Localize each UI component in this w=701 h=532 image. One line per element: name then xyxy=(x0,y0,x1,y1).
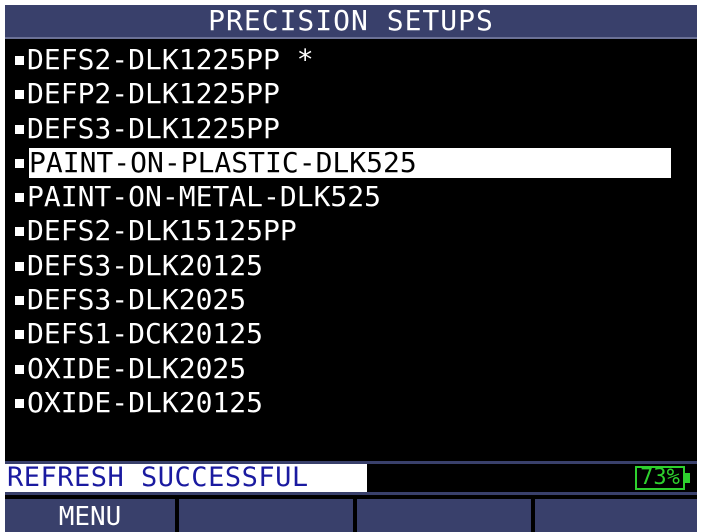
softkey-bar: MENU xyxy=(5,499,697,532)
bullet-icon xyxy=(15,193,24,203)
battery-indicator: 73% xyxy=(635,466,685,490)
bullet-icon xyxy=(15,296,24,306)
status-bar-inner: REFRESH SUCCESSFUL 73% xyxy=(5,464,697,492)
list-item[interactable]: DEFS3-DLK20125 xyxy=(5,249,697,283)
setup-label: DEFS2-DLK1225PP * xyxy=(27,43,314,76)
softkey-2-button[interactable] xyxy=(179,499,353,532)
setup-label: DEFS3-DLK2025 xyxy=(27,283,247,317)
bullet-icon xyxy=(15,158,24,168)
list-item[interactable]: DEFS3-DLK1225PP xyxy=(5,112,697,146)
menu-button[interactable]: MENU xyxy=(5,499,175,532)
title-divider xyxy=(5,37,697,39)
softkey-4-button[interactable] xyxy=(535,499,697,532)
list-item[interactable]: OXIDE-DLK2025 xyxy=(5,352,697,386)
list-item[interactable]: DEFS2-DLK1225PP * xyxy=(5,43,697,77)
page-title: PRECISION SETUPS xyxy=(5,5,697,37)
setup-label: DEFS1-DCK20125 xyxy=(27,317,264,351)
setup-label: DEFS2-DLK15125PP xyxy=(27,214,297,248)
status-message: REFRESH SUCCESSFUL xyxy=(5,464,367,492)
setup-label: PAINT-ON-PLASTIC-DLK525 xyxy=(29,147,671,178)
list-item[interactable]: DEFS1-DCK20125 xyxy=(5,317,697,351)
bullet-icon xyxy=(15,56,24,65)
setup-label: OXIDE-DLK2025 xyxy=(27,351,247,385)
bullet-icon xyxy=(15,261,24,271)
list-item[interactable]: DEFS2-DLK15125PP xyxy=(5,214,697,248)
setup-label: DEFS3-DLK20125 xyxy=(27,248,264,282)
bullet-icon xyxy=(15,330,24,340)
status-bar: REFRESH SUCCESSFUL 73% xyxy=(5,461,697,495)
bullet-icon xyxy=(15,227,24,237)
bullet-icon xyxy=(15,124,24,134)
bullet-icon xyxy=(15,364,24,374)
list-item[interactable]: DEFP2-DLK1225PP xyxy=(5,77,697,111)
list-item[interactable]: OXIDE-DLK20125 xyxy=(5,386,697,420)
setup-label: PAINT-ON-METAL-DLK525 xyxy=(27,180,382,214)
setup-label: DEFS3-DLK1225PP xyxy=(27,111,280,145)
setups-list: DEFS2-DLK1225PP * DEFP2-DLK1225PP DEFS3-… xyxy=(5,43,697,420)
setup-label: DEFP2-DLK1225PP xyxy=(27,77,280,111)
device-screen: PRECISION SETUPS DEFS2-DLK1225PP * DEFP2… xyxy=(5,5,697,532)
battery-icon xyxy=(685,473,690,483)
bullet-icon xyxy=(15,398,24,408)
list-item[interactable]: DEFS3-DLK2025 xyxy=(5,283,697,317)
list-item-selected[interactable]: PAINT-ON-PLASTIC-DLK525 xyxy=(5,146,697,180)
bullet-icon xyxy=(15,90,24,100)
list-item[interactable]: PAINT-ON-METAL-DLK525 xyxy=(5,180,697,214)
setup-label: OXIDE-DLK20125 xyxy=(27,385,264,419)
softkey-3-button[interactable] xyxy=(357,499,531,532)
